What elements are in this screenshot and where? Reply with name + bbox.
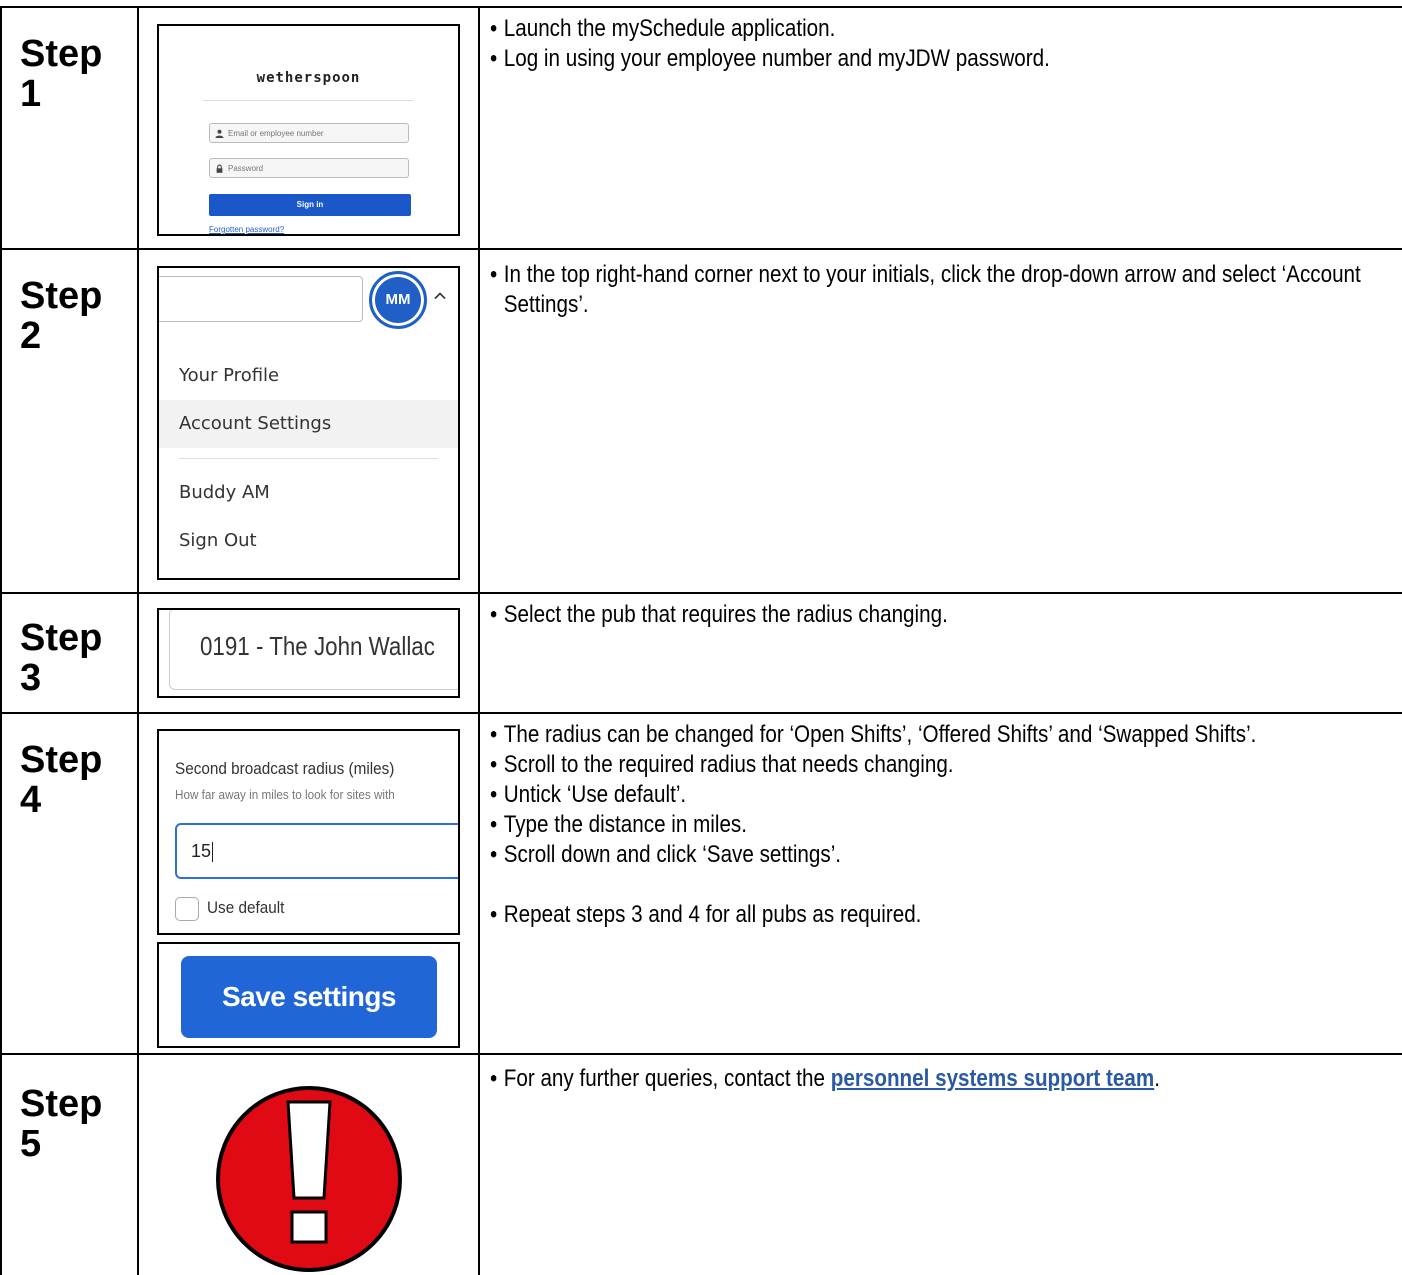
warning-icon — [216, 1086, 402, 1272]
radius-input[interactable]: 15 — [175, 823, 458, 879]
row-divider — [0, 712, 1402, 714]
user-icon — [215, 129, 224, 138]
table-divider-col1 — [137, 6, 139, 1275]
lock-icon — [216, 164, 223, 173]
header-search-box — [159, 276, 363, 322]
bullet-item: The radius can be changed for ‘Open Shif… — [490, 720, 1393, 750]
password-field[interactable]: Password — [209, 158, 409, 178]
radius-help-text: How far away in miles to look for sites … — [175, 787, 395, 802]
table-border-left — [0, 6, 2, 1275]
radius-value: 15 — [191, 841, 212, 861]
sign-in-button[interactable]: Sign in — [209, 194, 411, 216]
radius-settings-screenshot: Second broadcast radius (miles) How far … — [157, 729, 460, 935]
step-label: Step 1 — [20, 33, 103, 115]
support-team-link[interactable]: personnel systems support team — [831, 1065, 1154, 1092]
step-description: In the top right-hand corner next to you… — [490, 260, 1393, 320]
bullet-item: Repeat steps 3 and 4 for all pubs as req… — [490, 900, 1393, 930]
menu-item-buddy-am[interactable]: Buddy AM — [159, 469, 458, 517]
pub-select-value: 0191 - The John Wallac — [200, 631, 435, 661]
bullet-item: Select the pub that requires the radius … — [490, 600, 1393, 630]
forgotten-password-link[interactable]: Forgotten password? — [209, 225, 284, 234]
step-description: For any further queries, contact the per… — [490, 1064, 1393, 1094]
menu-item-your-profile[interactable]: Your Profile — [159, 352, 458, 400]
password-placeholder: Password — [228, 164, 264, 173]
pub-select-screenshot: 0191 - The John Wallac — [157, 608, 460, 698]
account-menu-screenshot: MM Your Profile Account Settings Buddy A… — [157, 266, 460, 580]
bullet-item: In the top right-hand corner next to you… — [490, 260, 1393, 320]
table-divider-col2 — [478, 6, 480, 1275]
use-default-checkbox[interactable] — [175, 897, 199, 921]
brand-logo: wetherspoon — [256, 70, 361, 86]
step-label: Step 3 — [20, 617, 103, 699]
email-placeholder: Email or employee number — [228, 129, 324, 138]
radius-title: Second broadcast radius (miles) — [175, 759, 395, 778]
save-button-screenshot: Save settings — [157, 942, 460, 1048]
step-label: Step 4 — [20, 739, 103, 821]
menu-divider — [179, 458, 438, 459]
use-default-label: Use default — [207, 898, 285, 917]
menu-item-sign-out[interactable]: Sign Out — [159, 517, 458, 565]
menu-item-account-settings[interactable]: Account Settings — [159, 400, 458, 448]
row-divider — [0, 1053, 1402, 1055]
step-description: Select the pub that requires the radius … — [490, 600, 1393, 630]
step-description: The radius can be changed for ‘Open Shif… — [490, 720, 1393, 930]
chevron-up-icon[interactable] — [434, 290, 446, 302]
bullet-item: Scroll to the required radius that needs… — [490, 750, 1393, 780]
step-label: Step 2 — [20, 275, 103, 357]
row-divider — [0, 592, 1402, 594]
table-border-top — [0, 6, 1402, 8]
email-field[interactable]: Email or employee number — [209, 123, 409, 143]
bullet-item: Scroll down and click ‘Save settings’. — [490, 840, 1393, 870]
step-description: Launch the mySchedule application. Log i… — [490, 14, 1393, 74]
step-label: Step 5 — [20, 1083, 103, 1165]
contact-text: For any further queries, contact the — [503, 1065, 831, 1092]
save-settings-button[interactable]: Save settings — [181, 956, 437, 1038]
bullet-item: Launch the mySchedule application. — [490, 14, 1393, 44]
bullet-item: Log in using your employee number and my… — [490, 44, 1393, 74]
pub-select[interactable]: 0191 - The John Wallac — [169, 610, 458, 690]
row-divider — [0, 248, 1402, 250]
bullet-item: For any further queries, contact the per… — [490, 1064, 1393, 1094]
login-screenshot: wetherspoon Email or employee number Pas… — [157, 24, 460, 236]
bullet-item: Type the distance in miles. — [490, 810, 1393, 840]
divider — [203, 100, 414, 101]
contact-text-end: . — [1154, 1065, 1160, 1092]
text-cursor — [212, 842, 214, 863]
avatar[interactable]: MM — [369, 271, 427, 329]
bullet-item: Untick ‘Use default’. — [490, 780, 1393, 810]
